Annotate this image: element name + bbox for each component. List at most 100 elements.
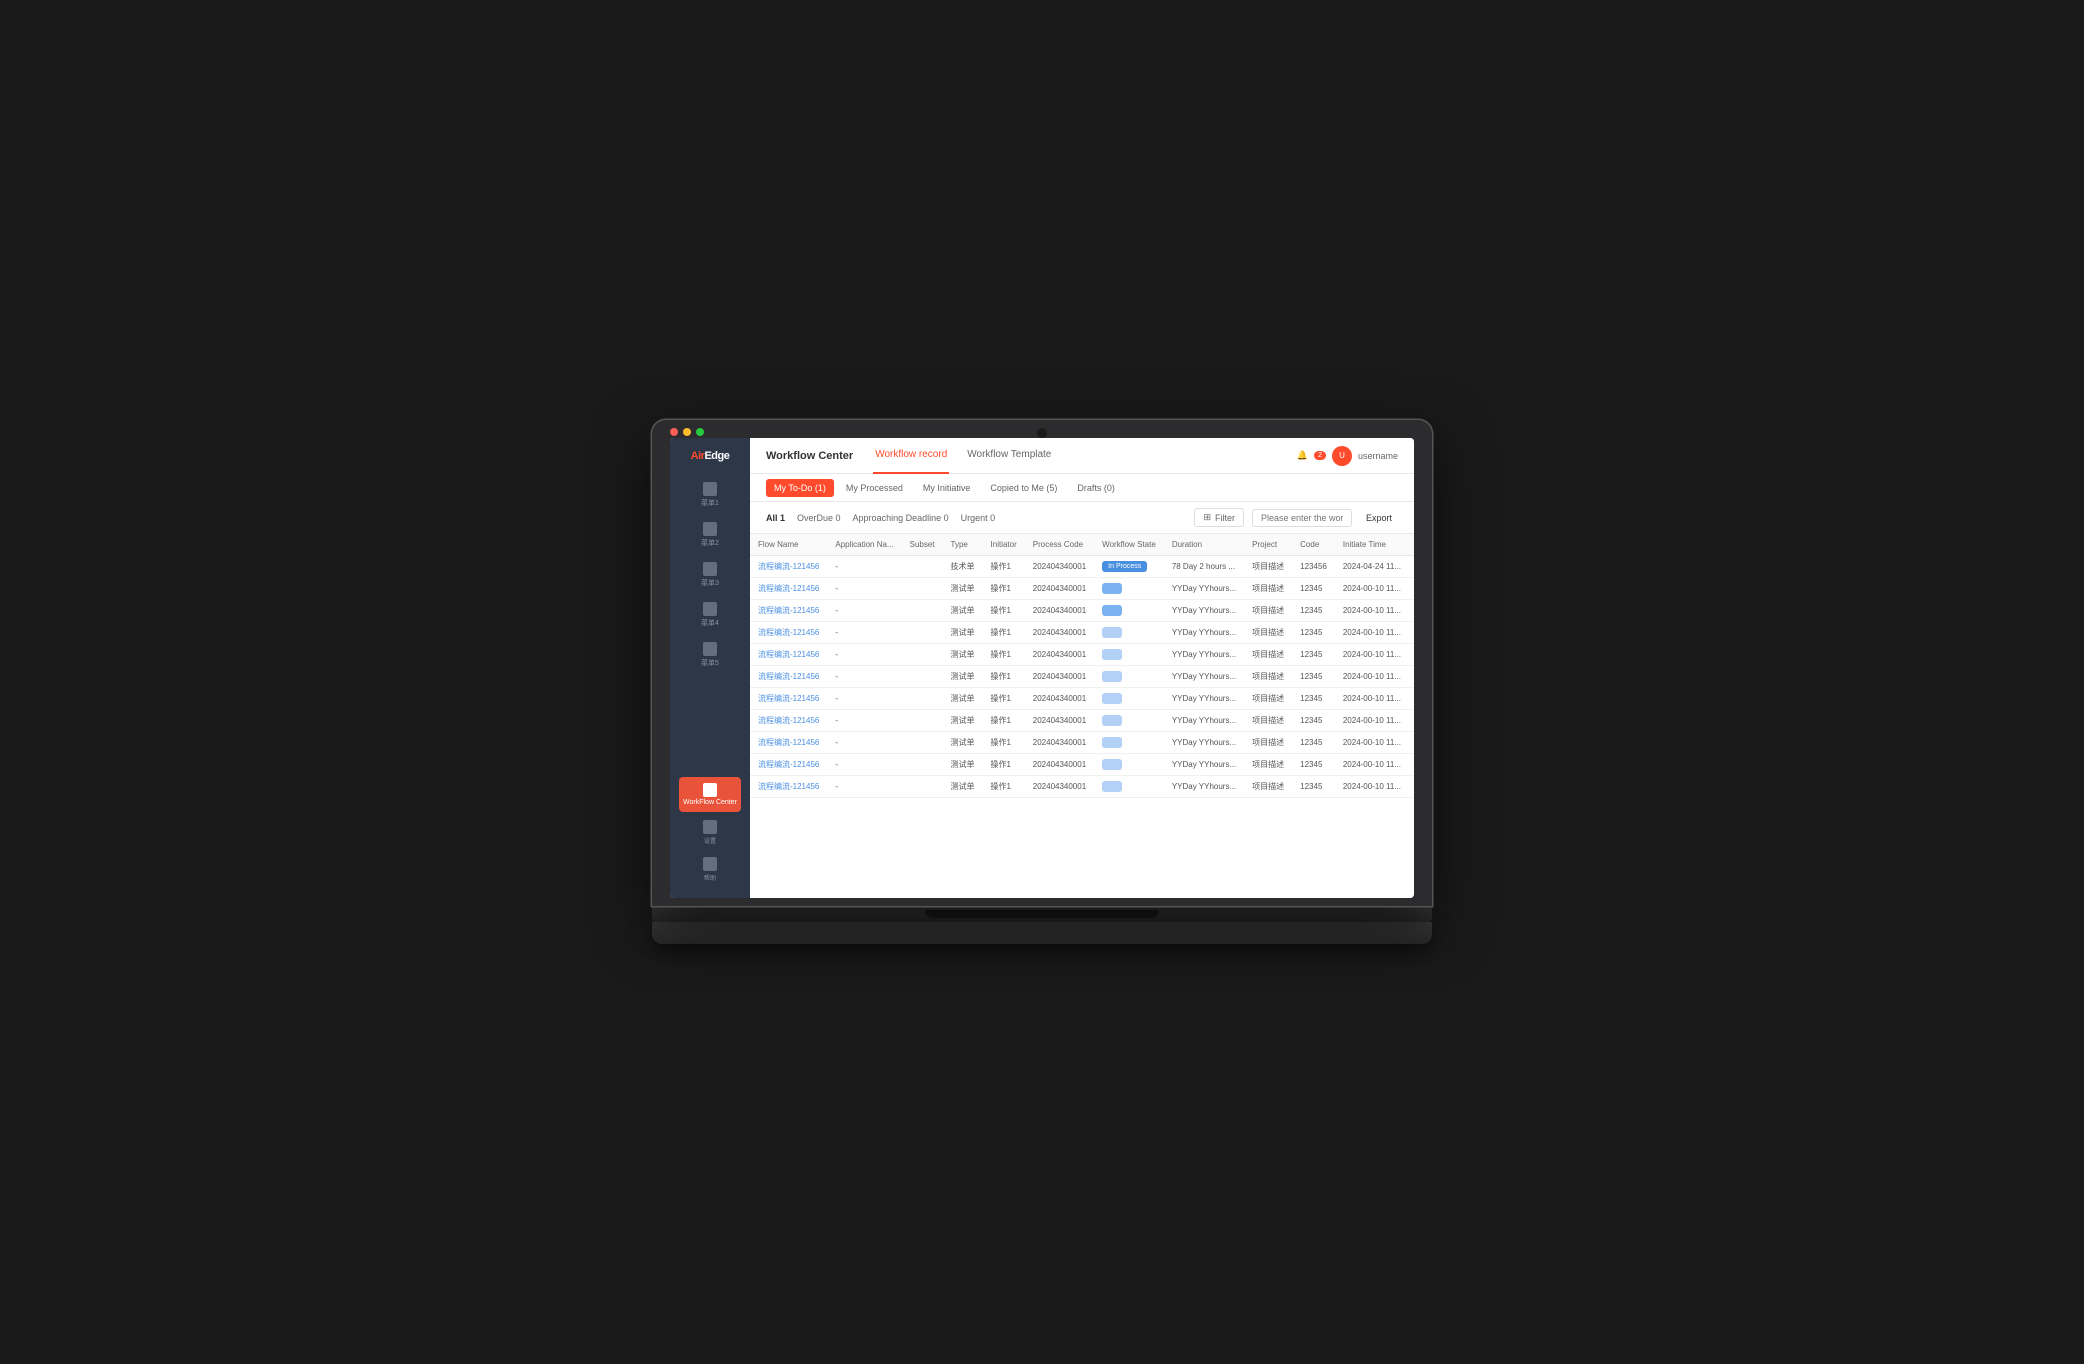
sub-tab-drafts[interactable]: Drafts (0) xyxy=(1069,479,1123,497)
notification-icon[interactable]: 🔔 xyxy=(1297,450,1308,461)
filter-approaching[interactable]: Approaching Deadline 0 xyxy=(853,513,949,523)
flow-name-link[interactable]: 流程编流-121456 xyxy=(758,584,819,593)
table-header-row: Flow Name Application Na... Subset Type … xyxy=(750,534,1414,556)
status-badge xyxy=(1102,737,1122,748)
flow-name-link[interactable]: 流程编流-121456 xyxy=(758,628,819,637)
sub-tab-todo[interactable]: My To-Do (1) xyxy=(766,479,834,497)
sidebar-help[interactable]: 帮助 xyxy=(699,853,721,886)
project-cell: 项目描述 xyxy=(1244,600,1292,622)
sub-tab-processed[interactable]: My Processed xyxy=(838,479,911,497)
status-badge xyxy=(1102,627,1122,638)
filter-urgent[interactable]: Urgent 0 xyxy=(961,513,996,523)
avatar[interactable]: U xyxy=(1332,446,1352,466)
duration-cell: YYDay YYhours... xyxy=(1164,644,1244,666)
maximize-button[interactable] xyxy=(696,428,704,436)
duration-cell: YYDay YYhours... xyxy=(1164,688,1244,710)
main-content: Workflow Center Workflow record Workflow… xyxy=(750,438,1414,898)
code-cell: 12345 xyxy=(1292,754,1335,776)
search-input[interactable] xyxy=(1252,509,1352,527)
app-name-cell: - xyxy=(827,578,901,600)
receive-time-cell: 2024-00-10 11... xyxy=(1409,622,1414,644)
initiator-cell: 操作1 xyxy=(983,644,1025,666)
sidebar-workflow-center[interactable]: WorkFlow Center xyxy=(679,777,741,812)
sidebar-label-5: 菜单5 xyxy=(701,658,719,668)
sidebar-item-2[interactable]: 菜单2 xyxy=(670,516,750,554)
flow-name-link[interactable]: 流程编流-121456 xyxy=(758,694,819,703)
initiate-time-cell: 2024-00-10 11... xyxy=(1335,622,1409,644)
close-button[interactable] xyxy=(670,428,678,436)
table-row: 流程编流-121456 - 测试单 操作1 202404340001 YYDay… xyxy=(750,666,1414,688)
table-row: 流程编流-121456 - 测试单 操作1 202404340001 YYDay… xyxy=(750,644,1414,666)
app-name-cell: - xyxy=(827,644,901,666)
initiate-time-cell: 2024-00-10 11... xyxy=(1335,732,1409,754)
initiator-cell: 操作1 xyxy=(983,600,1025,622)
flow-name-link[interactable]: 流程编流-121456 xyxy=(758,606,819,615)
process-code-cell: 202404340001 xyxy=(1025,776,1094,798)
sidebar-bottom: WorkFlow Center 设置 帮助 xyxy=(670,777,750,886)
project-cell: 项目描述 xyxy=(1244,732,1292,754)
app-name-cell: - xyxy=(827,688,901,710)
help-label: 帮助 xyxy=(704,873,716,882)
project-cell: 项目描述 xyxy=(1244,578,1292,600)
code-cell: 12345 xyxy=(1292,666,1335,688)
flow-name-link[interactable]: 流程编流-121456 xyxy=(758,738,819,747)
initiator-cell: 操作1 xyxy=(983,622,1025,644)
process-code-cell: 202404340001 xyxy=(1025,688,1094,710)
filter-button[interactable]: ⊞ Filter xyxy=(1194,508,1244,527)
laptop-bottom xyxy=(652,922,1432,944)
sidebar-item-5[interactable]: 菜单5 xyxy=(670,636,750,674)
sidebar-item-4[interactable]: 菜单4 xyxy=(670,596,750,634)
subset-cell xyxy=(902,556,943,578)
minimize-button[interactable] xyxy=(683,428,691,436)
project-cell: 项目描述 xyxy=(1244,710,1292,732)
duration-cell: YYDay YYhours... xyxy=(1164,754,1244,776)
app-name-cell: - xyxy=(827,600,901,622)
workflow-center-icon xyxy=(703,783,717,797)
project-cell: 项目描述 xyxy=(1244,556,1292,578)
sidebar-label-1: 菜单1 xyxy=(701,498,719,508)
duration-cell: YYDay YYhours... xyxy=(1164,710,1244,732)
workflow-state-cell xyxy=(1094,710,1164,732)
col-process-code: Process Code xyxy=(1025,534,1094,556)
laptop-hinge xyxy=(925,910,1159,918)
filter-all[interactable]: All 1 xyxy=(766,513,785,523)
code-cell: 12345 xyxy=(1292,776,1335,798)
flow-name-link[interactable]: 流程编流-121456 xyxy=(758,782,819,791)
flow-name-link[interactable]: 流程编流-121456 xyxy=(758,562,819,571)
logo: AirEdge xyxy=(691,450,730,462)
app-name-cell: - xyxy=(827,556,901,578)
export-button[interactable]: Export xyxy=(1360,510,1398,526)
status-badge xyxy=(1102,715,1122,726)
sub-tab-initiative[interactable]: My Initiative xyxy=(915,479,979,497)
type-cell: 测试单 xyxy=(943,644,983,666)
subset-cell xyxy=(902,710,943,732)
process-code-cell: 202404340001 xyxy=(1025,600,1094,622)
flow-name-link[interactable]: 流程编流-121456 xyxy=(758,650,819,659)
initiate-time-cell: 2024-00-10 11... xyxy=(1335,754,1409,776)
receive-time-cell: 2024-00-10 11... xyxy=(1409,754,1414,776)
tab-workflow-template[interactable]: Workflow Template xyxy=(965,438,1053,474)
receive-time-cell: 2024-00-10 11... xyxy=(1409,688,1414,710)
status-badge xyxy=(1102,671,1122,682)
receive-time-cell: 2024-00-10 11... xyxy=(1409,710,1414,732)
tab-workflow-record[interactable]: Workflow record xyxy=(873,438,949,474)
sidebar-settings[interactable]: 设置 xyxy=(699,816,721,849)
top-nav-left: Workflow Center Workflow record Workflow… xyxy=(766,438,1053,474)
flow-name-link[interactable]: 流程编流-121456 xyxy=(758,672,819,681)
flow-name-link[interactable]: 流程编流-121456 xyxy=(758,760,819,769)
code-cell: 12345 xyxy=(1292,622,1335,644)
table-row: 流程编流-121456 - 测试单 操作1 202404340001 YYDay… xyxy=(750,622,1414,644)
filter-overdue[interactable]: OverDue 0 xyxy=(797,513,841,523)
sidebar-item-3[interactable]: 菜单3 xyxy=(670,556,750,594)
type-cell: 测试单 xyxy=(943,622,983,644)
type-cell: 测试单 xyxy=(943,666,983,688)
duration-cell: YYDay YYhours... xyxy=(1164,578,1244,600)
nav-icon-2 xyxy=(703,522,717,536)
table-row: 流程编流-121456 - 测试单 操作1 202404340001 YYDay… xyxy=(750,776,1414,798)
process-code-cell: 202404340001 xyxy=(1025,556,1094,578)
sub-tab-copied[interactable]: Copied to Me (5) xyxy=(982,479,1065,497)
sidebar-item-1[interactable]: 菜单1 xyxy=(670,476,750,514)
flow-name-link[interactable]: 流程编流-121456 xyxy=(758,716,819,725)
col-flow-name: Flow Name xyxy=(750,534,827,556)
code-cell: 12345 xyxy=(1292,732,1335,754)
